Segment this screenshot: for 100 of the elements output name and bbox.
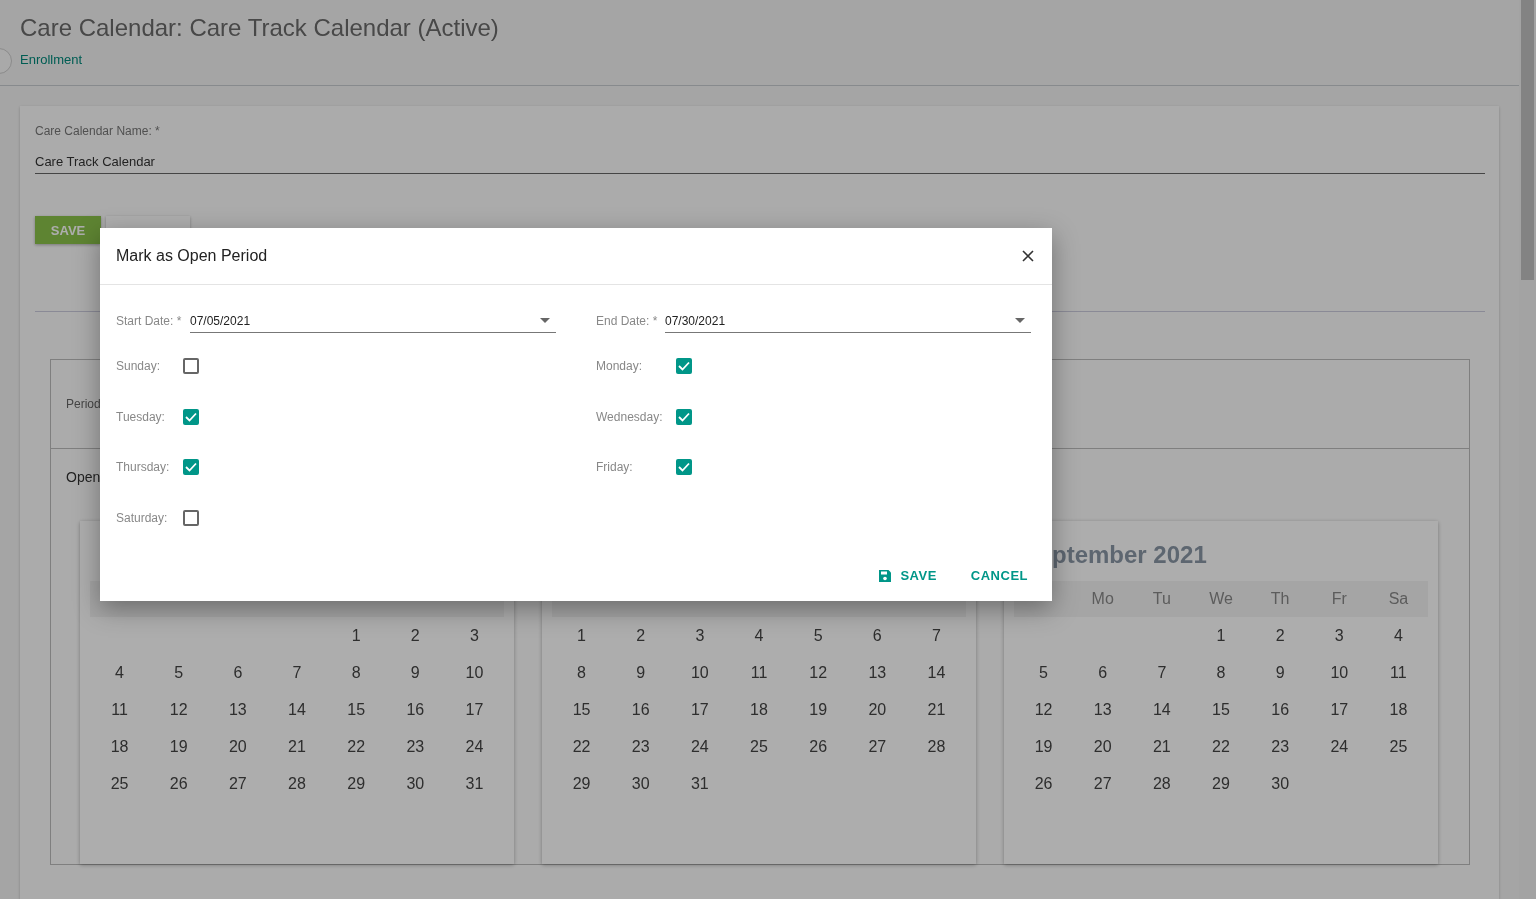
- day-checkbox[interactable]: [183, 358, 199, 375]
- day-number[interactable]: 1: [1216, 626, 1226, 645]
- day-number[interactable]: 16: [406, 700, 425, 719]
- day-number[interactable]: 4: [115, 663, 124, 682]
- day-number[interactable]: 1: [351, 626, 361, 645]
- dialog-save-button[interactable]: SAVE: [870, 564, 945, 587]
- day-number[interactable]: 3: [695, 626, 705, 645]
- day-number[interactable]: 21: [288, 737, 306, 756]
- day-number[interactable]: 29: [347, 774, 366, 793]
- day-number[interactable]: 5: [174, 663, 184, 682]
- day-checkbox[interactable]: [183, 408, 199, 425]
- day-number[interactable]: 19: [1034, 737, 1053, 756]
- dialog-cancel-button[interactable]: CANCEL: [962, 564, 1036, 587]
- day-checkbox[interactable]: [676, 459, 692, 476]
- day-number[interactable]: 10: [465, 663, 484, 682]
- day-number[interactable]: 4: [1393, 626, 1403, 645]
- day-number[interactable]: 23: [406, 737, 425, 756]
- day-number[interactable]: 24: [1330, 737, 1349, 756]
- day-number[interactable]: 6: [1098, 663, 1108, 682]
- day-number[interactable]: 28: [1152, 774, 1171, 793]
- day-number[interactable]: 6: [872, 626, 882, 645]
- date-field[interactable]: 07/30/2021: [665, 309, 1031, 333]
- date-field[interactable]: 07/05/2021: [190, 309, 556, 333]
- day-number[interactable]: 28: [288, 774, 306, 793]
- day-number[interactable]: 17: [690, 700, 709, 719]
- day-number[interactable]: 27: [1093, 774, 1112, 793]
- day-number[interactable]: 18: [750, 700, 768, 719]
- day-number[interactable]: 21: [1152, 737, 1171, 756]
- day-number[interactable]: 20: [1093, 737, 1112, 756]
- day-number[interactable]: 5: [1039, 663, 1048, 682]
- day-number[interactable]: 10: [1330, 663, 1349, 682]
- day-number[interactable]: 22: [1212, 737, 1230, 756]
- day-number[interactable]: 22: [347, 737, 366, 756]
- day-number[interactable]: 9: [410, 663, 420, 682]
- day-number[interactable]: 17: [465, 700, 484, 719]
- day-number[interactable]: 23: [631, 737, 650, 756]
- day-number[interactable]: 11: [750, 663, 768, 682]
- day-number[interactable]: 29: [572, 774, 591, 793]
- day-number[interactable]: 26: [169, 774, 188, 793]
- day-number[interactable]: 15: [572, 700, 591, 719]
- close-button[interactable]: [1020, 248, 1036, 264]
- day-number[interactable]: 3: [469, 626, 479, 645]
- day-number[interactable]: 25: [1389, 737, 1408, 756]
- day-number[interactable]: 17: [1330, 700, 1349, 719]
- day-number[interactable]: 29: [1212, 774, 1230, 793]
- day-checkbox[interactable]: [676, 408, 692, 425]
- day-number[interactable]: 18: [1389, 700, 1408, 719]
- day-number[interactable]: 19: [169, 737, 188, 756]
- day-number[interactable]: 16: [1271, 700, 1290, 719]
- day-number[interactable]: 28: [927, 737, 946, 756]
- day-number[interactable]: 12: [809, 663, 828, 682]
- day-number[interactable]: 8: [1216, 663, 1226, 682]
- day-number[interactable]: 8: [351, 663, 361, 682]
- day-number[interactable]: 19: [809, 700, 828, 719]
- day-number[interactable]: 26: [809, 737, 828, 756]
- day-number[interactable]: 25: [110, 774, 129, 793]
- day-number[interactable]: 23: [1271, 737, 1290, 756]
- day-number[interactable]: 5: [813, 626, 823, 645]
- name-field[interactable]: Care Track Calendar: [35, 154, 1485, 174]
- day-number[interactable]: 14: [1152, 700, 1171, 719]
- day-number[interactable]: 12: [169, 700, 188, 719]
- day-number[interactable]: 31: [465, 774, 484, 793]
- day-number[interactable]: 15: [1212, 700, 1230, 719]
- day-number[interactable]: 11: [1390, 663, 1407, 682]
- day-number[interactable]: 20: [868, 700, 887, 719]
- day-number[interactable]: 24: [465, 737, 484, 756]
- day-number[interactable]: 4: [754, 626, 764, 645]
- day-number[interactable]: 13: [868, 663, 887, 682]
- day-number[interactable]: 14: [927, 663, 946, 682]
- day-number[interactable]: 30: [631, 774, 650, 793]
- day-checkbox[interactable]: [183, 509, 199, 526]
- day-number[interactable]: 1: [577, 626, 586, 645]
- day-number[interactable]: 13: [1093, 700, 1112, 719]
- day-number[interactable]: 14: [288, 700, 306, 719]
- day-number[interactable]: 15: [347, 700, 366, 719]
- day-number[interactable]: 31: [690, 774, 709, 793]
- day-number[interactable]: 27: [868, 737, 887, 756]
- day-number[interactable]: 30: [406, 774, 425, 793]
- day-number[interactable]: 30: [1271, 774, 1290, 793]
- day-number[interactable]: 25: [750, 737, 768, 756]
- day-number[interactable]: 9: [636, 663, 646, 682]
- day-checkbox[interactable]: [183, 459, 199, 476]
- day-number[interactable]: 2: [410, 626, 420, 645]
- day-number[interactable]: 26: [1034, 774, 1053, 793]
- day-number[interactable]: 10: [690, 663, 709, 682]
- day-number[interactable]: 27: [228, 774, 247, 793]
- day-number[interactable]: 8: [577, 663, 586, 682]
- day-number[interactable]: 2: [636, 626, 646, 645]
- day-number[interactable]: 9: [1275, 663, 1285, 682]
- day-number[interactable]: 20: [228, 737, 247, 756]
- day-number[interactable]: 6: [233, 663, 243, 682]
- day-number[interactable]: 7: [1157, 663, 1167, 682]
- breadcrumb-link[interactable]: Enrollment: [20, 52, 83, 67]
- day-number[interactable]: 18: [110, 737, 129, 756]
- day-number[interactable]: 7: [292, 663, 302, 682]
- day-number[interactable]: 11: [111, 700, 128, 719]
- day-number[interactable]: 2: [1275, 626, 1285, 645]
- day-number[interactable]: 12: [1034, 700, 1053, 719]
- day-number[interactable]: 22: [572, 737, 591, 756]
- day-number[interactable]: 24: [690, 737, 709, 756]
